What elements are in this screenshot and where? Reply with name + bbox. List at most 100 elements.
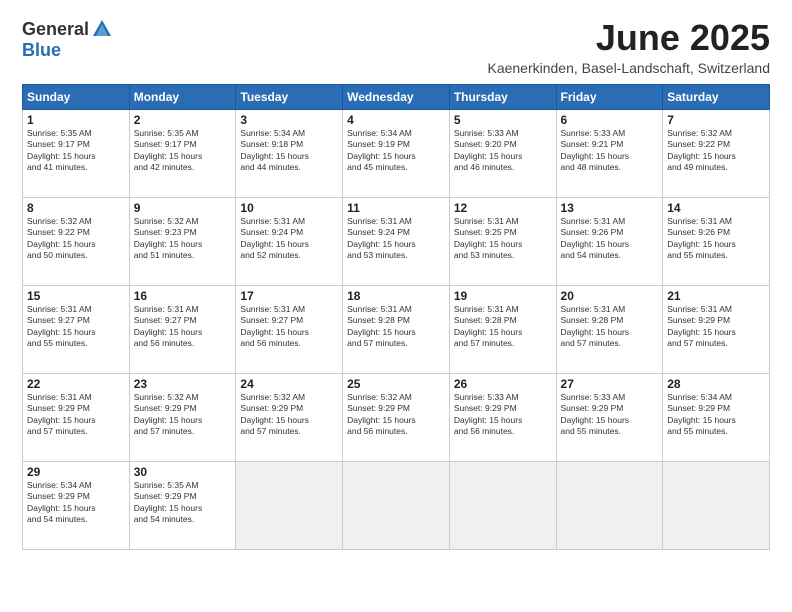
- day-number: 2: [134, 113, 232, 127]
- table-row: 18Sunrise: 5:31 AM Sunset: 9:28 PM Dayli…: [343, 285, 450, 373]
- day-info: Sunrise: 5:31 AM Sunset: 9:28 PM Dayligh…: [347, 304, 445, 350]
- table-row: 13Sunrise: 5:31 AM Sunset: 9:26 PM Dayli…: [556, 197, 663, 285]
- day-number: 28: [667, 377, 765, 391]
- day-info: Sunrise: 5:34 AM Sunset: 9:29 PM Dayligh…: [27, 480, 125, 526]
- day-number: 22: [27, 377, 125, 391]
- table-row: [343, 461, 450, 549]
- table-row: 11Sunrise: 5:31 AM Sunset: 9:24 PM Dayli…: [343, 197, 450, 285]
- day-number: 18: [347, 289, 445, 303]
- table-row: 14Sunrise: 5:31 AM Sunset: 9:26 PM Dayli…: [663, 197, 770, 285]
- logo-icon: [91, 18, 113, 40]
- table-row: 10Sunrise: 5:31 AM Sunset: 9:24 PM Dayli…: [236, 197, 343, 285]
- table-row: 24Sunrise: 5:32 AM Sunset: 9:29 PM Dayli…: [236, 373, 343, 461]
- day-info: Sunrise: 5:33 AM Sunset: 9:29 PM Dayligh…: [561, 392, 659, 438]
- day-info: Sunrise: 5:31 AM Sunset: 9:27 PM Dayligh…: [134, 304, 232, 350]
- day-info: Sunrise: 5:31 AM Sunset: 9:29 PM Dayligh…: [667, 304, 765, 350]
- table-row: 23Sunrise: 5:32 AM Sunset: 9:29 PM Dayli…: [129, 373, 236, 461]
- day-number: 6: [561, 113, 659, 127]
- day-number: 17: [240, 289, 338, 303]
- day-info: Sunrise: 5:31 AM Sunset: 9:27 PM Dayligh…: [240, 304, 338, 350]
- month-title: June 2025: [487, 18, 770, 58]
- location-subtitle: Kaenerkinden, Basel-Landschaft, Switzerl…: [487, 60, 770, 76]
- day-number: 1: [27, 113, 125, 127]
- day-info: Sunrise: 5:31 AM Sunset: 9:29 PM Dayligh…: [27, 392, 125, 438]
- table-row: 29Sunrise: 5:34 AM Sunset: 9:29 PM Dayli…: [23, 461, 130, 549]
- header-monday: Monday: [129, 84, 236, 109]
- table-row: 2Sunrise: 5:35 AM Sunset: 9:17 PM Daylig…: [129, 109, 236, 197]
- calendar-header-row: Sunday Monday Tuesday Wednesday Thursday…: [23, 84, 770, 109]
- table-row: [663, 461, 770, 549]
- day-number: 14: [667, 201, 765, 215]
- day-number: 4: [347, 113, 445, 127]
- day-info: Sunrise: 5:33 AM Sunset: 9:20 PM Dayligh…: [454, 128, 552, 174]
- day-info: Sunrise: 5:32 AM Sunset: 9:23 PM Dayligh…: [134, 216, 232, 262]
- logo-general: General: [22, 19, 89, 40]
- table-row: 15Sunrise: 5:31 AM Sunset: 9:27 PM Dayli…: [23, 285, 130, 373]
- table-row: 22Sunrise: 5:31 AM Sunset: 9:29 PM Dayli…: [23, 373, 130, 461]
- day-info: Sunrise: 5:31 AM Sunset: 9:27 PM Dayligh…: [27, 304, 125, 350]
- day-number: 21: [667, 289, 765, 303]
- day-number: 20: [561, 289, 659, 303]
- day-number: 27: [561, 377, 659, 391]
- day-info: Sunrise: 5:32 AM Sunset: 9:22 PM Dayligh…: [27, 216, 125, 262]
- day-number: 23: [134, 377, 232, 391]
- day-info: Sunrise: 5:32 AM Sunset: 9:29 PM Dayligh…: [347, 392, 445, 438]
- day-info: Sunrise: 5:31 AM Sunset: 9:26 PM Dayligh…: [561, 216, 659, 262]
- table-row: 6Sunrise: 5:33 AM Sunset: 9:21 PM Daylig…: [556, 109, 663, 197]
- day-number: 26: [454, 377, 552, 391]
- table-row: 26Sunrise: 5:33 AM Sunset: 9:29 PM Dayli…: [449, 373, 556, 461]
- table-row: 27Sunrise: 5:33 AM Sunset: 9:29 PM Dayli…: [556, 373, 663, 461]
- day-info: Sunrise: 5:31 AM Sunset: 9:24 PM Dayligh…: [347, 216, 445, 262]
- header: General Blue June 2025 Kaenerkinden, Bas…: [22, 18, 770, 76]
- day-info: Sunrise: 5:32 AM Sunset: 9:29 PM Dayligh…: [240, 392, 338, 438]
- calendar-table: Sunday Monday Tuesday Wednesday Thursday…: [22, 84, 770, 550]
- table-row: 3Sunrise: 5:34 AM Sunset: 9:18 PM Daylig…: [236, 109, 343, 197]
- day-number: 15: [27, 289, 125, 303]
- day-info: Sunrise: 5:35 AM Sunset: 9:17 PM Dayligh…: [27, 128, 125, 174]
- day-number: 7: [667, 113, 765, 127]
- day-info: Sunrise: 5:35 AM Sunset: 9:29 PM Dayligh…: [134, 480, 232, 526]
- logo: General Blue: [22, 18, 113, 61]
- header-tuesday: Tuesday: [236, 84, 343, 109]
- header-sunday: Sunday: [23, 84, 130, 109]
- day-info: Sunrise: 5:33 AM Sunset: 9:29 PM Dayligh…: [454, 392, 552, 438]
- title-block: June 2025 Kaenerkinden, Basel-Landschaft…: [487, 18, 770, 76]
- table-row: 8Sunrise: 5:32 AM Sunset: 9:22 PM Daylig…: [23, 197, 130, 285]
- day-number: 9: [134, 201, 232, 215]
- day-number: 16: [134, 289, 232, 303]
- table-row: 12Sunrise: 5:31 AM Sunset: 9:25 PM Dayli…: [449, 197, 556, 285]
- day-number: 30: [134, 465, 232, 479]
- table-row: [236, 461, 343, 549]
- day-info: Sunrise: 5:34 AM Sunset: 9:29 PM Dayligh…: [667, 392, 765, 438]
- header-wednesday: Wednesday: [343, 84, 450, 109]
- table-row: 16Sunrise: 5:31 AM Sunset: 9:27 PM Dayli…: [129, 285, 236, 373]
- table-row: 7Sunrise: 5:32 AM Sunset: 9:22 PM Daylig…: [663, 109, 770, 197]
- table-row: 28Sunrise: 5:34 AM Sunset: 9:29 PM Dayli…: [663, 373, 770, 461]
- day-info: Sunrise: 5:32 AM Sunset: 9:22 PM Dayligh…: [667, 128, 765, 174]
- table-row: 9Sunrise: 5:32 AM Sunset: 9:23 PM Daylig…: [129, 197, 236, 285]
- table-row: 5Sunrise: 5:33 AM Sunset: 9:20 PM Daylig…: [449, 109, 556, 197]
- table-row: 25Sunrise: 5:32 AM Sunset: 9:29 PM Dayli…: [343, 373, 450, 461]
- day-info: Sunrise: 5:31 AM Sunset: 9:25 PM Dayligh…: [454, 216, 552, 262]
- day-number: 25: [347, 377, 445, 391]
- table-row: 17Sunrise: 5:31 AM Sunset: 9:27 PM Dayli…: [236, 285, 343, 373]
- day-info: Sunrise: 5:31 AM Sunset: 9:28 PM Dayligh…: [561, 304, 659, 350]
- table-row: 30Sunrise: 5:35 AM Sunset: 9:29 PM Dayli…: [129, 461, 236, 549]
- table-row: 21Sunrise: 5:31 AM Sunset: 9:29 PM Dayli…: [663, 285, 770, 373]
- day-info: Sunrise: 5:34 AM Sunset: 9:19 PM Dayligh…: [347, 128, 445, 174]
- header-saturday: Saturday: [663, 84, 770, 109]
- day-number: 3: [240, 113, 338, 127]
- header-friday: Friday: [556, 84, 663, 109]
- day-info: Sunrise: 5:31 AM Sunset: 9:26 PM Dayligh…: [667, 216, 765, 262]
- day-info: Sunrise: 5:31 AM Sunset: 9:24 PM Dayligh…: [240, 216, 338, 262]
- day-number: 29: [27, 465, 125, 479]
- day-number: 11: [347, 201, 445, 215]
- page: General Blue June 2025 Kaenerkinden, Bas…: [0, 0, 792, 612]
- calendar-row: 29Sunrise: 5:34 AM Sunset: 9:29 PM Dayli…: [23, 461, 770, 549]
- day-info: Sunrise: 5:34 AM Sunset: 9:18 PM Dayligh…: [240, 128, 338, 174]
- table-row: 20Sunrise: 5:31 AM Sunset: 9:28 PM Dayli…: [556, 285, 663, 373]
- day-info: Sunrise: 5:31 AM Sunset: 9:28 PM Dayligh…: [454, 304, 552, 350]
- day-number: 24: [240, 377, 338, 391]
- calendar-row: 22Sunrise: 5:31 AM Sunset: 9:29 PM Dayli…: [23, 373, 770, 461]
- table-row: 1Sunrise: 5:35 AM Sunset: 9:17 PM Daylig…: [23, 109, 130, 197]
